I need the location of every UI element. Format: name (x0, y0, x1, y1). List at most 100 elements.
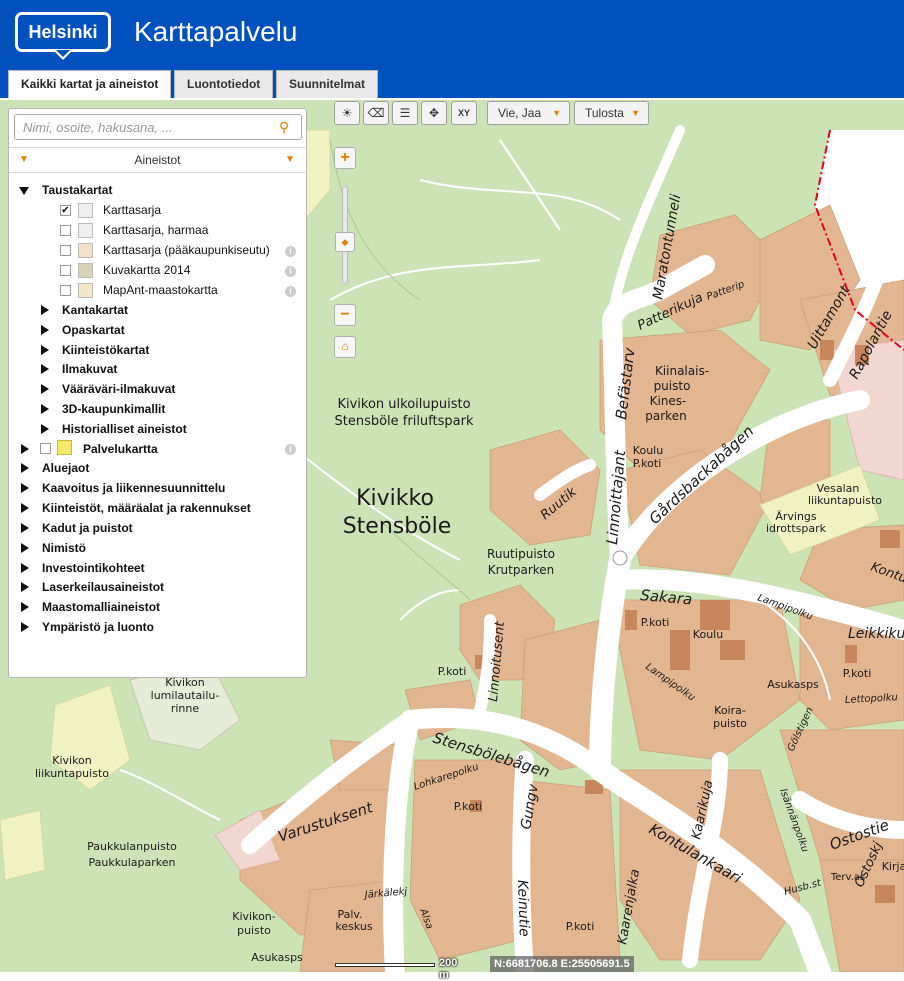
zoom-slider-handle[interactable]: ◆ (335, 232, 355, 252)
chevron-down-icon: ▼ (631, 108, 640, 118)
layer-map-icon (78, 223, 93, 238)
eraser-icon[interactable]: ⌫ (363, 101, 389, 125)
map-building (720, 640, 745, 660)
layer-mapant[interactable]: MapAnt-maastokartta (103, 281, 218, 299)
expand-right-icon[interactable] (41, 384, 49, 394)
park-label: liikuntapuisto (35, 767, 109, 780)
park-label: puisto (654, 379, 691, 393)
group-maastomalli[interactable]: Maastomalliaineistot (42, 598, 160, 616)
map-sportfield (0, 809, 46, 881)
info-icon[interactable]: i (285, 246, 296, 257)
layer-karttasarja[interactable]: Karttasarja (103, 201, 161, 219)
scale-bar: 200 m (335, 957, 457, 981)
zoom-out-button[interactable]: − (334, 304, 356, 326)
expand-right-icon[interactable] (21, 602, 29, 612)
group-investointikohteet[interactable]: Investointikohteet (42, 559, 145, 577)
expand-right-icon[interactable] (41, 424, 49, 434)
group-kaavoitus[interactable]: Kaavoitus ja liikennesuunnittelu (42, 479, 225, 497)
service-map-icon (57, 440, 72, 455)
layer-karttasarja-paakaupunkiseutu[interactable]: Karttasarja (pääkaupunkiseutu) (103, 241, 270, 259)
poi-label: P.koti (843, 667, 872, 680)
layer-karttasarja-harmaa[interactable]: Karttasarja, harmaa (103, 221, 208, 239)
group-laserkeilaus[interactable]: Laserkeilausaineistot (42, 578, 164, 596)
expand-right-icon[interactable] (21, 622, 29, 632)
map-block (409, 759, 521, 961)
info-icon[interactable]: i (285, 286, 296, 297)
expand-right-icon[interactable] (41, 345, 49, 355)
subgroup-vaaravari[interactable]: Vääräväri-ilmakuvat (62, 380, 175, 398)
sun-icon[interactable]: ☀ (334, 101, 360, 125)
park-label: Ruutipuisto (487, 547, 555, 561)
layer-kuvakartta[interactable]: Kuvakartta 2014 (103, 261, 190, 279)
tab-all-maps[interactable]: Kaikki kartat ja aineistot (8, 70, 172, 100)
expand-right-icon[interactable] (41, 364, 49, 374)
group-kiinteistot[interactable]: Kiinteistöt, määräalat ja rakennukset (42, 499, 251, 517)
district-label: Kivikko (356, 486, 434, 511)
group-palvelukartta[interactable]: Palvelukartta (83, 440, 158, 458)
park-label: lumilautailu- (151, 689, 220, 702)
xy-icon[interactable]: XY (451, 101, 477, 125)
info-icon[interactable]: i (285, 266, 296, 277)
expand-right-icon[interactable] (41, 325, 49, 335)
expand-right-icon[interactable] (21, 503, 29, 513)
park-label: idrottspark (766, 522, 827, 535)
expand-right-icon[interactable] (21, 483, 29, 493)
locate-me-button[interactable]: ⌂ (334, 336, 356, 358)
layer-checkbox[interactable] (60, 285, 71, 296)
expand-right-icon[interactable] (21, 463, 29, 473)
park-label: Kivikon (52, 754, 92, 767)
expand-down-icon[interactable] (19, 187, 29, 195)
print-dropdown[interactable]: Tulosta ▼ (574, 101, 649, 125)
group-nimisto[interactable]: Nimistö (42, 539, 86, 557)
search-input[interactable] (14, 114, 302, 140)
street-label: Leikkiku (848, 626, 904, 642)
tab-plans[interactable]: Suunnitelmat (276, 70, 379, 98)
expand-right-icon[interactable] (41, 404, 49, 414)
layer-map-icon (78, 243, 93, 258)
expand-right-icon[interactable] (21, 444, 29, 454)
info-icon[interactable]: i (285, 444, 296, 455)
poi-label: Koulu (633, 444, 663, 457)
expand-right-icon[interactable] (21, 563, 29, 573)
expand-right-icon[interactable] (21, 523, 29, 533)
group-ymparisto[interactable]: Ympäristö ja luonto (42, 618, 154, 636)
park-label: Kiinalais- (655, 364, 709, 378)
layer-checkbox-checked[interactable]: ✔ (60, 205, 71, 216)
group-aluejaot[interactable]: Aluejaot (42, 459, 89, 477)
subgroup-kiinteistokartat[interactable]: Kiinteistökartat (62, 341, 149, 359)
search-icon[interactable]: ⚲ (279, 119, 289, 136)
subgroup-historialliset[interactable]: Historialliset aineistot (62, 420, 187, 438)
park-label: Koira- (714, 704, 746, 717)
group-taustakartat[interactable]: Taustakartat (42, 181, 112, 199)
legend-icon[interactable]: ☰ (392, 101, 418, 125)
tab-underline (0, 98, 904, 100)
park-label: Kines- (650, 394, 687, 408)
poi-label: P.koti (633, 457, 662, 470)
park-label: puisto (237, 924, 271, 937)
map-building (875, 885, 895, 903)
subgroup-opaskartat[interactable]: Opaskartat (62, 321, 125, 339)
share-dropdown[interactable]: Vie, Jaa ▼ (487, 101, 570, 125)
helsinki-logo[interactable]: Helsinki (15, 12, 111, 52)
aineistot-header[interactable]: ▼ Aineistot ▼ (9, 147, 306, 173)
layer-checkbox[interactable] (40, 443, 51, 454)
map-building (670, 630, 690, 670)
move-icon[interactable]: ✥ (421, 101, 447, 125)
subgroup-ilmakuvat[interactable]: Ilmakuvat (62, 360, 117, 378)
coordinate-readout: N:6681706.8 E:25505691.5 (490, 956, 634, 972)
park-label: Paukkulaparken (89, 856, 176, 869)
layer-checkbox[interactable] (60, 265, 71, 276)
group-kadut[interactable]: Kadut ja puistot (42, 519, 133, 537)
zoom-in-button[interactable]: + (334, 147, 356, 169)
subgroup-3d[interactable]: 3D-kaupunkimallit (62, 400, 165, 418)
map-building (880, 530, 900, 548)
expand-right-icon[interactable] (21, 543, 29, 553)
tab-bar: Kaikki kartat ja aineistot Luontotiedot … (0, 68, 904, 100)
subgroup-kantakartat[interactable]: Kantakartat (62, 301, 128, 319)
poi-label: keskus (335, 920, 372, 933)
tab-nature[interactable]: Luontotiedot (174, 70, 274, 98)
layer-checkbox[interactable] (60, 245, 71, 256)
expand-right-icon[interactable] (41, 305, 49, 315)
expand-right-icon[interactable] (21, 582, 29, 592)
layer-checkbox[interactable] (60, 225, 71, 236)
